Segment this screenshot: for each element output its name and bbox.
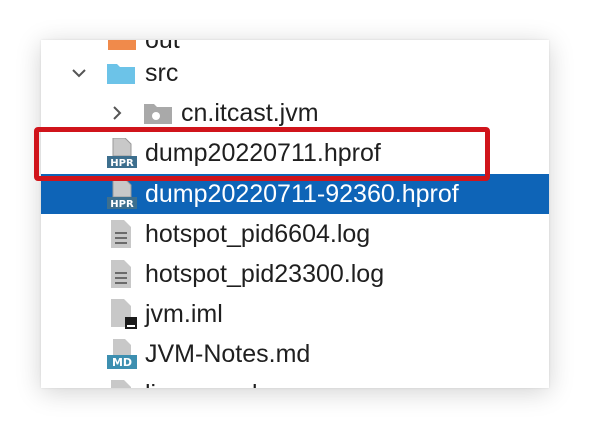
tree-item-label: dump20220711.hprof (145, 138, 381, 167)
tree-item-label: linux words (145, 380, 270, 389)
iml-file-icon (111, 299, 137, 329)
tree-item-label: cn.itcast.jvm (181, 98, 319, 127)
svg-text:HPR: HPR (110, 199, 134, 209)
markdown-file-icon: MD (107, 339, 137, 369)
tree-item-file[interactable]: hotspot_pid6604.log (41, 214, 549, 254)
chevron-down-icon[interactable] (69, 63, 89, 83)
package-icon (144, 104, 172, 124)
tree-item-package[interactable]: cn.itcast.jvm (41, 93, 549, 133)
folder-icon (107, 64, 135, 84)
hprof-file-icon: HPR (107, 138, 137, 168)
tree-item-label: JVM-Notes.md (145, 339, 311, 368)
chevron-right-icon[interactable] (107, 103, 127, 123)
tree-item-label: hotspot_pid23300.log (145, 259, 385, 288)
tree-item-file[interactable]: hotspot_pid23300.log (41, 254, 549, 294)
tree-item-label: src (145, 58, 179, 87)
tree-item-file[interactable]: HPR dump20220711.hprof (41, 133, 549, 173)
text-file-icon (111, 220, 131, 248)
tree-item-file[interactable]: MD JVM-Notes.md (41, 334, 549, 374)
text-file-icon (111, 260, 131, 288)
tree-item-src[interactable]: src (41, 53, 549, 93)
tree-item-file-selected[interactable]: HPR dump20220711-92360.hprof (41, 174, 549, 214)
text-file-icon (111, 380, 131, 388)
tree-item-label: hotspot_pid6604.log (145, 219, 371, 248)
tree-item-label: dump20220711-92360.hprof (145, 179, 459, 208)
tree-item-file[interactable]: jvm.iml (41, 294, 549, 334)
project-tree-panel: out src cn.itcast.jvm HPR dump20220711.h… (41, 40, 549, 388)
hprof-file-icon: HPR (107, 179, 137, 209)
tree-item-label: jvm.iml (145, 299, 223, 328)
svg-text:HPR: HPR (110, 158, 134, 168)
svg-text:MD: MD (112, 356, 132, 369)
folder-orange-icon (108, 40, 136, 50)
tree-item-file[interactable]: linux words (41, 374, 549, 388)
